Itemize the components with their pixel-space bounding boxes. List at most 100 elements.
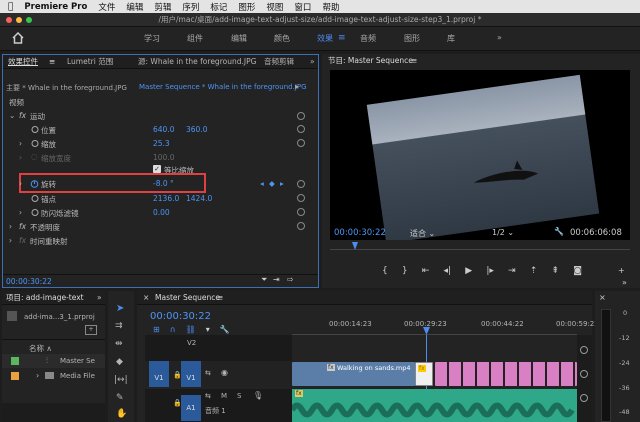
play-only-icon[interactable]: ▸ [295,82,299,91]
menu-marker[interactable]: 标记 [210,1,227,13]
program-playhead[interactable] [352,242,358,250]
step-forward-frame-icon[interactable]: |▸ [486,266,494,276]
rotation-reset-icon[interactable] [297,180,305,188]
fx-toggle-icon[interactable]: fx [19,111,26,120]
opacity-fx-icon[interactable]: fx [19,222,26,231]
go-to-out-icon[interactable]: ⇥ [508,266,516,276]
tab-lumetri-scopes[interactable]: Lumetri 范围 [67,55,113,69]
antiflicker-expand-icon[interactable]: › [19,208,22,217]
export-frame-icon[interactable]: ⇥ [273,275,280,284]
tab-source[interactable]: 源: Whale in the foreground.JPG [138,55,256,69]
track-target-v1[interactable]: V1 [181,361,201,387]
anchor-stopwatch-icon[interactable] [31,194,39,202]
workspace-color[interactable]: 颜色 [274,33,290,44]
scale-stopwatch-icon[interactable] [31,139,39,147]
nest-icon[interactable]: ⊞ [153,325,160,334]
minimize-window-button[interactable] [16,17,22,23]
video-clip-walking[interactable]: Walking on sands.mp4 fx [292,362,415,386]
audio-clip-a1[interactable]: fx [292,389,577,422]
workspace-assembly[interactable]: 组件 [187,33,203,44]
program-video-viewport[interactable] [330,70,630,244]
program-overflow-icon[interactable]: » [622,278,627,287]
prev-keyframe-icon[interactable]: ◂ [260,179,264,188]
anchor-x-value[interactable]: 2136.0 [153,194,179,203]
workspace-editing[interactable]: 编辑 [231,33,247,44]
timeline-ruler[interactable]: 00:00:14:23 00:00:29:23 00:00:44:22 00:0… [292,315,599,335]
antiflicker-value[interactable]: 0.00 [153,208,170,217]
menu-clip[interactable]: 剪辑 [154,1,171,13]
project-overflow-icon[interactable]: » [97,291,102,305]
solo-button[interactable]: S [237,392,241,400]
position-x-value[interactable]: 640.0 [153,125,174,134]
scale-value[interactable]: 25.3 [153,139,170,148]
track-target-a1[interactable]: A1 [181,395,201,421]
selected-image-clip[interactable]: fx [415,362,433,386]
project-item-media-files[interactable]: › Media File [2,369,105,383]
sequence-tab[interactable]: Master Sequence [155,291,220,305]
scale-reset-icon[interactable] [297,139,305,147]
pen-tool-icon[interactable]: ✎ [116,393,124,403]
scroll-handle-top[interactable] [580,346,588,354]
mute-button[interactable]: M [221,392,227,400]
timeline-settings-icon[interactable]: 🔧 [220,325,230,334]
razor-tool-icon[interactable]: ◆ [116,357,123,367]
panel-overflow-icon[interactable]: » [310,55,315,69]
linked-selection-icon[interactable]: ⛓ [186,325,196,334]
tab-menu-icon[interactable]: ≡ [49,55,55,69]
go-to-in-icon[interactable]: ⇤ [422,266,430,276]
workspace-libraries[interactable]: 库 [447,33,455,44]
extract-icon[interactable]: ⇞ [552,266,560,276]
timeline-vertical-scrollbar[interactable] [577,335,592,422]
button-editor-icon[interactable]: + [618,266,625,275]
project-scrollbar[interactable] [2,403,105,422]
hand-tool-icon[interactable]: ✋ [116,409,127,419]
position-stopwatch-icon[interactable] [31,125,39,133]
workspace-learn[interactable]: 学习 [144,33,160,44]
app-menu[interactable]: Premiere Pro [24,2,87,12]
selection-tool-icon[interactable]: ➤ [116,303,124,314]
anchor-y-value[interactable]: 1424.0 [186,194,212,203]
anchor-reset-icon[interactable] [297,194,305,202]
program-scrub-bar[interactable] [330,240,630,250]
a1-lock-icon[interactable]: 🔒 [173,399,182,407]
menu-edit[interactable]: 编辑 [126,1,143,13]
expand-folder-icon[interactable]: › [36,371,39,380]
rotation-expand-icon[interactable]: › [19,179,22,188]
lift-icon[interactable]: ⇡ [530,266,538,276]
snap-icon[interactable]: ∩ [170,325,176,334]
scroll-handle-middle[interactable] [580,370,588,378]
opacity-expand-icon[interactable]: › [9,222,12,231]
next-keyframe-icon[interactable]: ▸ [280,179,284,188]
menu-file[interactable]: 文件 [98,1,115,13]
step-forward-icon[interactable]: ⇨ [287,275,294,284]
antiflicker-reset-icon[interactable] [297,208,305,216]
motion-reset-icon[interactable] [297,112,305,120]
menu-graphics[interactable]: 图形 [238,1,255,13]
menu-window[interactable]: 窗口 [294,1,311,13]
add-keyframe-icon[interactable]: ◆ [269,179,275,188]
resolution-dropdown[interactable]: 1/2 ⌄ [492,228,514,237]
new-bin-icon[interactable]: + [85,325,97,335]
add-marker-icon[interactable]: ▾ [206,325,210,334]
position-y-value[interactable]: 360.0 [186,125,207,134]
program-monitor-title[interactable]: 节目: Master Sequence [328,54,413,68]
step-back-icon[interactable]: ◂| [444,266,452,276]
toggle-output-eye-icon[interactable]: ◉ [221,368,228,377]
master-clip-label[interactable]: 主要 * Whale in the foreground.JPG [6,83,127,93]
tab-effect-controls[interactable]: 效果控件 [8,55,38,69]
play-icon[interactable]: ▶ [465,266,472,276]
workspace-menu-icon[interactable]: ≡ [338,33,346,43]
apple-icon[interactable]:  [8,2,13,12]
source-patch-v1[interactable]: V1 [149,361,169,387]
tab-audio-clip-mixer[interactable]: 音频剪辑 [264,55,294,69]
program-timecode[interactable]: 00:00:30:22 [334,228,386,238]
more-workspaces-icon[interactable]: » [497,33,502,42]
slip-tool-icon[interactable]: |↔| [114,375,128,385]
name-column-header[interactable]: 名称 ∧ [29,343,52,354]
wrench-icon[interactable]: 🔧 [554,227,564,236]
mark-out-icon[interactable]: } [402,266,408,276]
close-window-button[interactable] [6,17,12,23]
export-frame-button-icon[interactable]: ◙ [573,266,582,276]
close-sequence-icon[interactable]: × [143,291,149,305]
program-menu-icon[interactable]: ≡ [411,54,417,68]
